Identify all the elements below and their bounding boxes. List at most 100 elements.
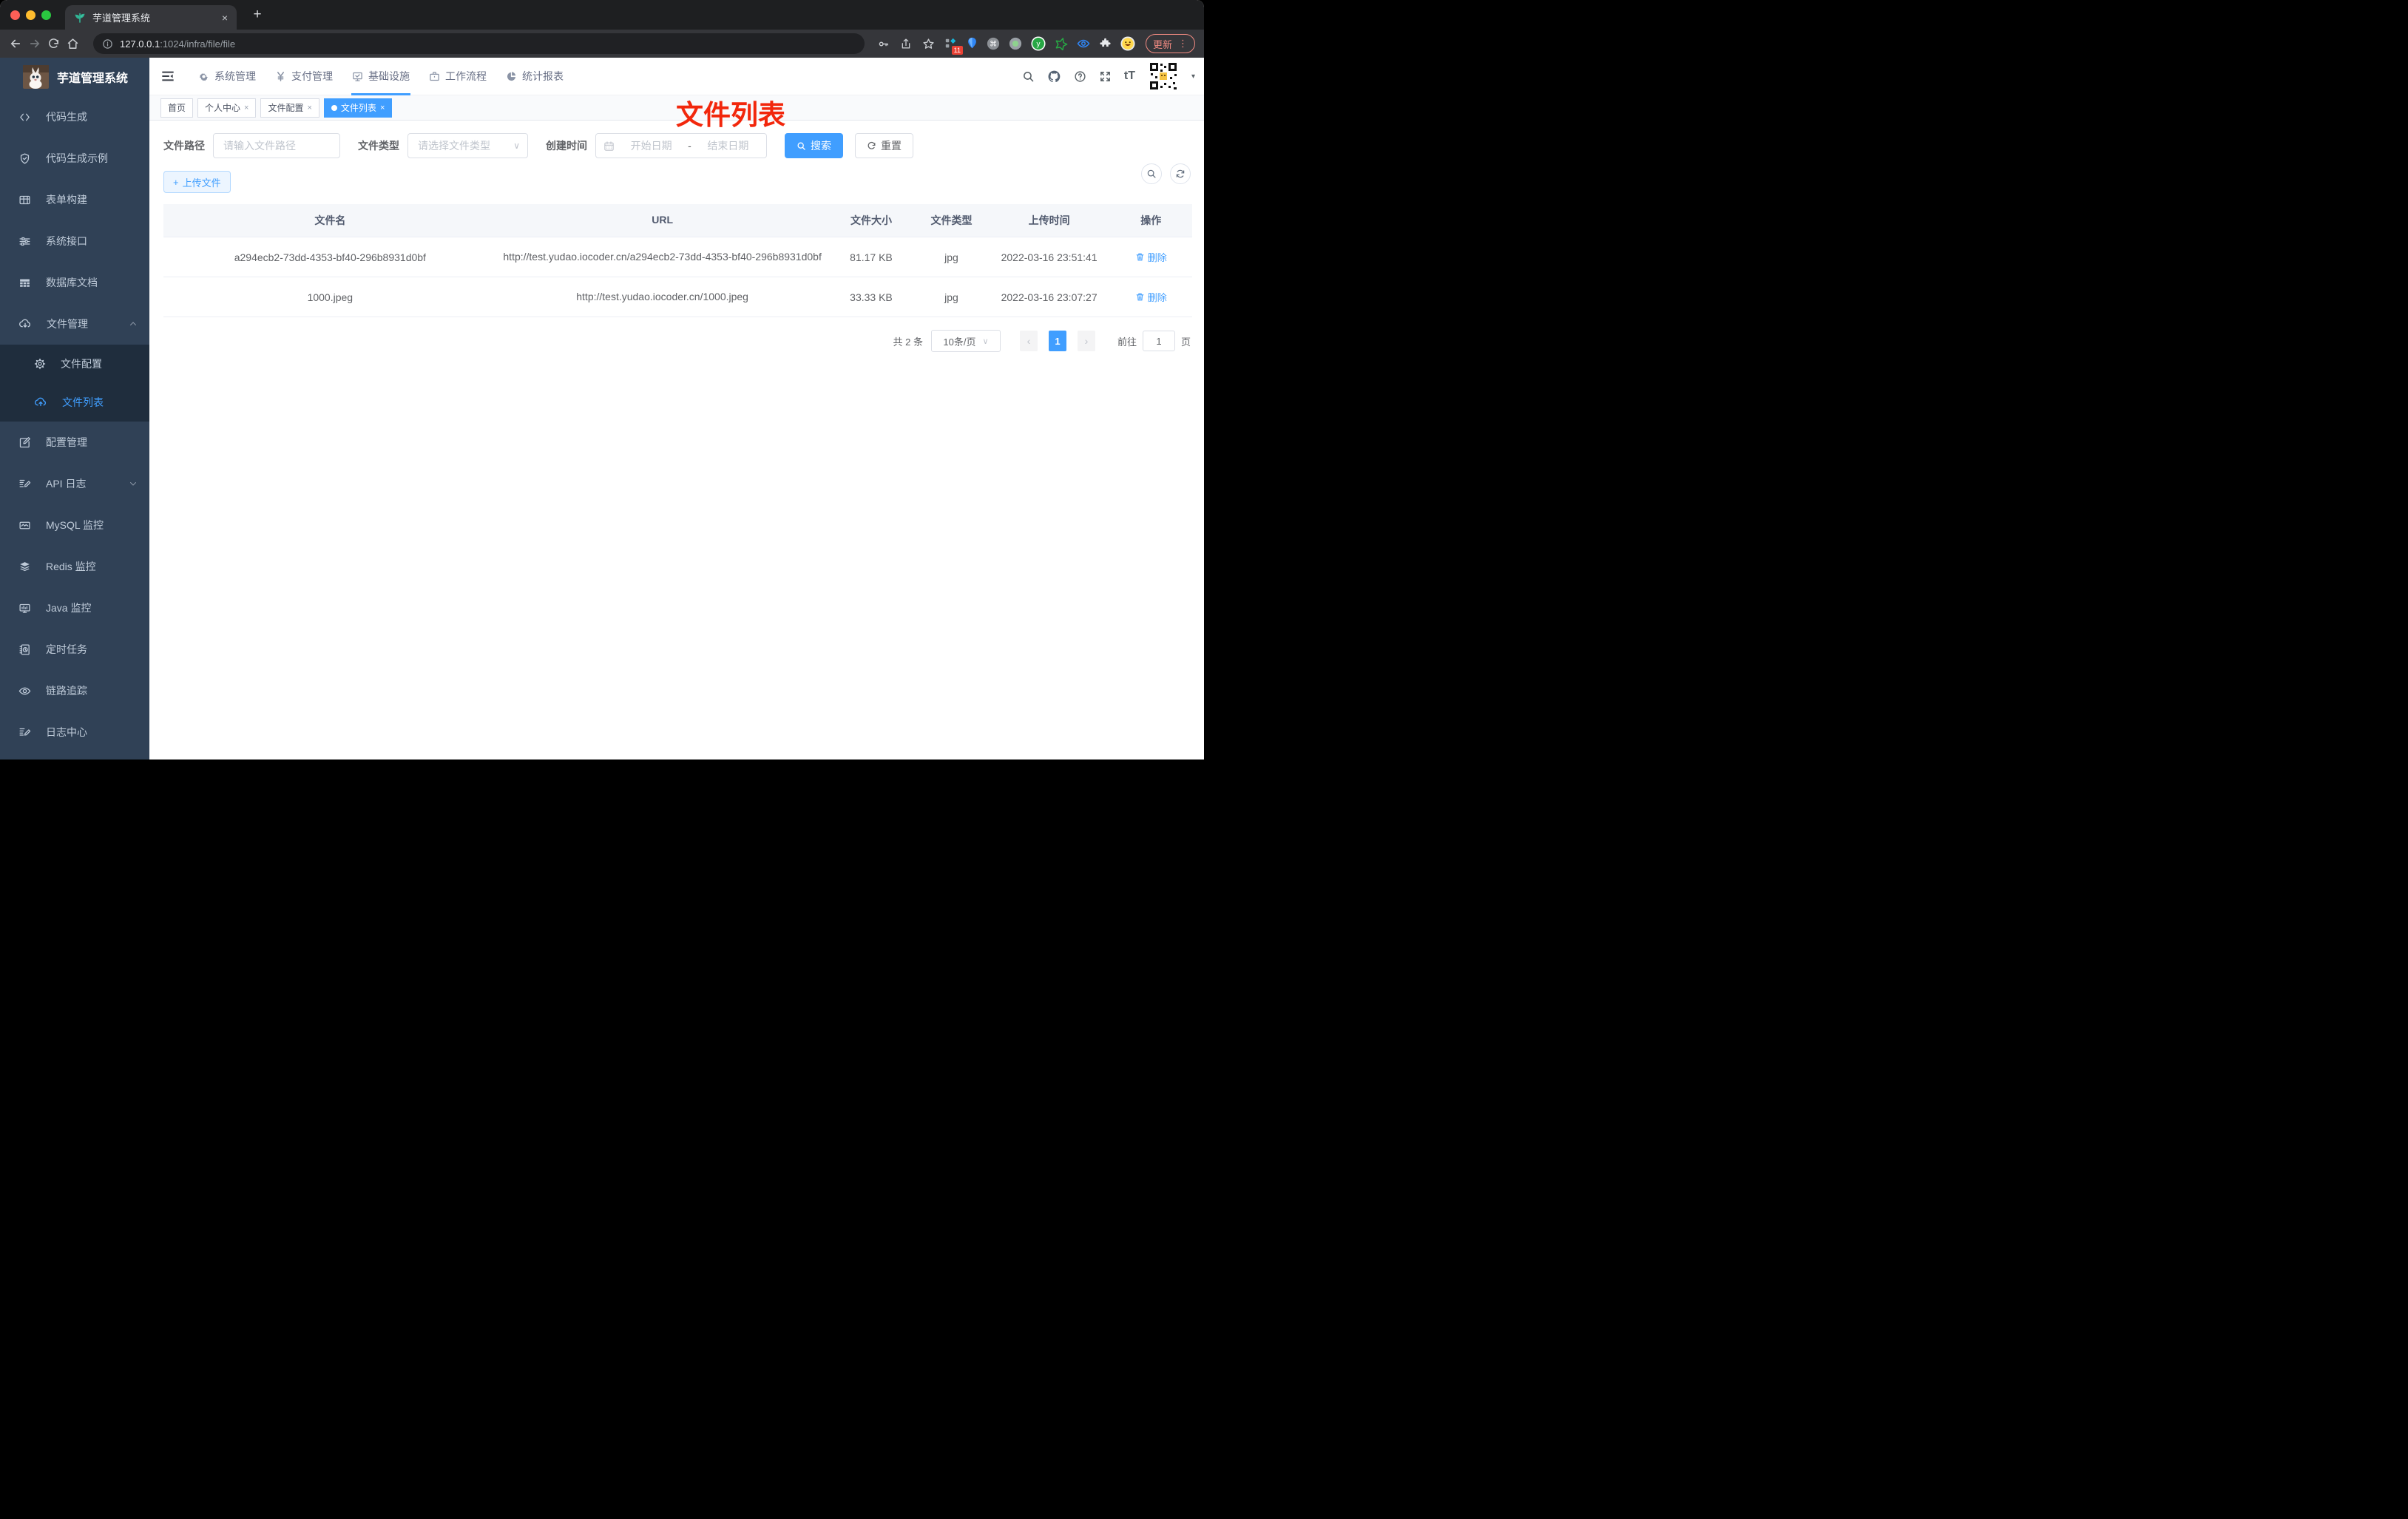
file-type-select[interactable]: 请选择文件类型 ∨ (407, 133, 528, 158)
shield-check-icon (18, 152, 31, 165)
forward-icon[interactable] (28, 37, 47, 50)
github-icon[interactable] (1047, 70, 1061, 84)
bookmark-star-icon[interactable] (922, 38, 935, 50)
zoom-window-button[interactable] (41, 10, 51, 20)
tag-file-config[interactable]: 文件配置 × (260, 98, 319, 118)
sidebar-item-file-list[interactable]: 文件列表 (0, 383, 149, 422)
url-bar[interactable]: 127.0.0.1:1024/infra/file/file (93, 33, 865, 54)
sidebar-item-code-gen[interactable]: 代码生成 (0, 96, 149, 138)
top-navigation: 系统管理 支付管理 基础设施 工作流程 统计报表 (189, 58, 573, 95)
sidebar-item-redis-monitor[interactable]: Redis 监控 (0, 546, 149, 587)
close-icon[interactable]: × (307, 104, 311, 112)
doc-edit-icon (18, 726, 31, 739)
browser-menu-icon[interactable]: ⋮ (1178, 38, 1188, 50)
goto-page-input[interactable] (1142, 331, 1175, 352)
col-header-time: 上传时间 (1028, 214, 1070, 226)
site-info-icon[interactable] (102, 38, 113, 50)
sidebar-item-form-builder[interactable]: 表单构建 (0, 179, 149, 220)
tag-home[interactable]: 首页 (160, 98, 194, 118)
reload-icon[interactable] (47, 38, 67, 50)
file-type-label: 文件类型 (358, 140, 399, 152)
nav-system-management[interactable]: 系统管理 (189, 58, 266, 95)
col-header-type: 文件类型 (930, 214, 973, 226)
table-row[interactable]: 1000.jpeg http://test.yudao.iocoder.cn/1… (163, 277, 1192, 318)
help-icon[interactable] (1074, 70, 1086, 83)
nav-statistics[interactable]: 统计报表 (496, 58, 573, 95)
extension-grid-icon[interactable]: 11 (944, 37, 963, 55)
end-date-placeholder[interactable]: 结束日期 (697, 138, 759, 153)
sidebar-item-file-management[interactable]: 文件管理 (0, 303, 149, 345)
nav-infrastructure[interactable]: 基础设施 (342, 58, 419, 95)
extension-gray-circle-icon[interactable] (1009, 37, 1022, 50)
monitor-check-icon (352, 71, 363, 82)
prev-page-button[interactable]: ‹ (1019, 331, 1038, 352)
minimize-window-button[interactable] (26, 10, 35, 20)
sidebar-item-db-doc[interactable]: 数据库文档 (0, 262, 149, 303)
macos-traffic-lights (10, 10, 51, 20)
gear-icon (198, 71, 209, 82)
delete-button[interactable]: 删除 (1135, 250, 1167, 264)
table-toolbar (1141, 163, 1191, 184)
extension-emoji-icon[interactable] (1120, 36, 1135, 51)
password-key-icon[interactable] (877, 38, 890, 50)
new-tab-button[interactable]: + (248, 7, 266, 23)
close-icon[interactable]: × (380, 104, 385, 112)
home-icon[interactable] (67, 38, 86, 50)
fullscreen-icon[interactable] (1099, 70, 1112, 83)
extension-command-icon[interactable]: ⌘ (987, 37, 1000, 50)
date-range-picker[interactable]: 开始日期 - 结束日期 (595, 133, 767, 158)
back-icon[interactable] (9, 37, 28, 50)
sidebar-item-mysql-monitor[interactable]: MySQL 监控 (0, 504, 149, 546)
refresh-table-icon[interactable] (1170, 163, 1191, 184)
close-icon[interactable]: × (244, 104, 248, 112)
monitor-icon (18, 602, 31, 615)
tag-file-list[interactable]: 文件列表 × (323, 98, 393, 118)
start-date-placeholder[interactable]: 开始日期 (620, 138, 682, 153)
sidebar-collapse-icon[interactable] (160, 69, 175, 84)
sidebar-item-api-log[interactable]: API 日志 (0, 463, 149, 504)
next-page-button[interactable]: › (1077, 331, 1095, 352)
avatar[interactable] (1147, 61, 1179, 92)
browser-tab[interactable]: 芋道管理系统 × (65, 5, 237, 30)
table-row[interactable]: a294ecb2-73dd-4353-bf40-296b8931d0bf htt… (163, 237, 1192, 278)
trash-icon (1135, 292, 1145, 302)
chrome-update-pill[interactable]: 更新 ⋮ (1145, 34, 1195, 53)
close-window-button[interactable] (10, 10, 20, 20)
delete-button[interactable]: 删除 (1135, 290, 1167, 304)
page-size-select[interactable]: 10条/页 ∨ (930, 330, 1001, 353)
extension-balloon-icon[interactable] (967, 37, 978, 50)
font-size-icon[interactable]: tT (1124, 70, 1135, 83)
upload-file-button[interactable]: + 上传文件 (163, 171, 231, 193)
file-path-input[interactable] (214, 140, 339, 152)
sidebar-item-config-management[interactable]: 配置管理 (0, 422, 149, 463)
sidebar-item-code-gen-demo[interactable]: 代码生成示例 (0, 138, 149, 179)
extension-green-star-icon[interactable] (1055, 37, 1068, 50)
sidebar-item-java-monitor[interactable]: Java 监控 (0, 587, 149, 629)
caret-down-icon[interactable]: ▾ (1191, 72, 1195, 81)
nav-payment-management[interactable]: 支付管理 (266, 58, 342, 95)
page-number-active[interactable]: 1 (1048, 331, 1066, 352)
tag-profile[interactable]: 个人中心 × (197, 98, 257, 118)
yen-icon (275, 71, 286, 82)
search-icon[interactable] (1022, 70, 1035, 83)
extension-puzzle-icon[interactable] (1099, 38, 1112, 50)
cell-size: 33.33 KB (850, 291, 893, 303)
sidebar-item-tracing[interactable]: 链路追踪 (0, 670, 149, 711)
file-management-submenu: 文件配置 文件列表 (0, 345, 149, 422)
extension-y-green-icon[interactable]: y (1031, 36, 1046, 51)
goto-label: 前往 (1117, 336, 1137, 348)
nav-workflow[interactable]: 工作流程 (419, 58, 496, 95)
show-search-toggle-icon[interactable] (1141, 163, 1162, 184)
share-icon[interactable] (900, 38, 912, 50)
tab-close-icon[interactable]: × (222, 12, 228, 24)
cloud-upload-icon (34, 396, 47, 409)
sidebar-item-scheduled-tasks[interactable]: 定时任务 (0, 629, 149, 670)
sidebar-item-system-api[interactable]: 系统接口 (0, 220, 149, 262)
extension-eye-icon[interactable] (1077, 37, 1090, 50)
sidebar-logo[interactable]: 芋道管理系统 (0, 58, 149, 96)
search-button[interactable]: 搜索 (785, 133, 843, 158)
reset-button[interactable]: 重置 (855, 133, 913, 158)
sidebar-item-log-center[interactable]: 日志中心 (0, 711, 149, 753)
sidebar-item-file-config[interactable]: 文件配置 (0, 345, 149, 383)
filter-form: 文件路径 文件类型 请选择文件类型 ∨ 创建时间 开始日期 (163, 133, 1192, 158)
